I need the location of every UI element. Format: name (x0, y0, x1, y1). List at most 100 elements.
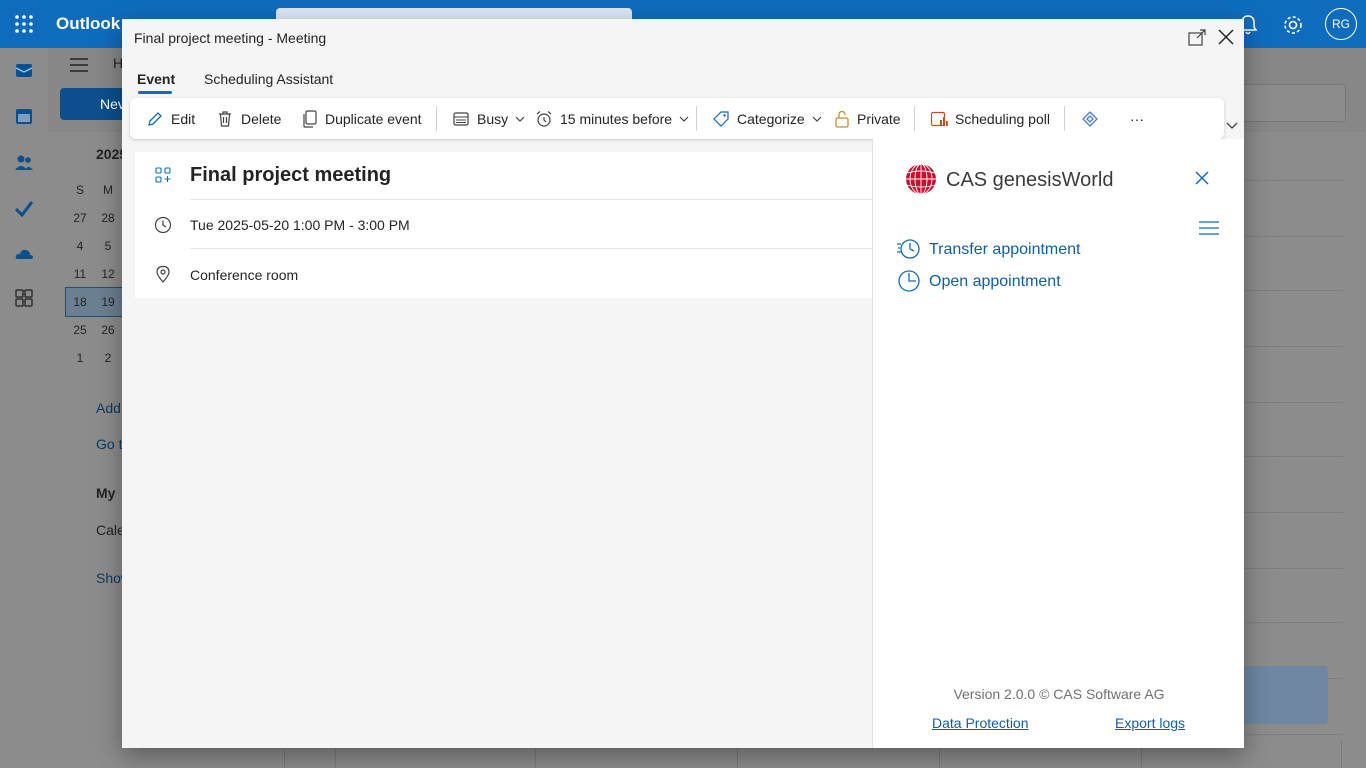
day-cell[interactable]: 12 (94, 267, 122, 281)
private-label: Private (857, 110, 901, 127)
reminder-dropdown[interactable]: 15 minutes before (535, 98, 696, 139)
cas-logo-icon (906, 163, 936, 195)
day-cell[interactable]: 26 (94, 323, 122, 337)
day-cell[interactable]: 19 (94, 295, 122, 309)
close-icon[interactable] (1218, 29, 1234, 45)
view-selector[interactable] (1242, 84, 1346, 122)
week-row: 27 28 (66, 204, 126, 232)
day-cell[interactable]: 1 (66, 351, 94, 365)
divider (190, 199, 872, 200)
reminder-label: 15 minutes before (560, 110, 673, 127)
categorize-label: Categorize (737, 110, 805, 127)
chevron-down-icon (812, 116, 822, 122)
week-row: 4 5 (66, 232, 126, 260)
event-type-icon (155, 167, 171, 183)
open-appointment-link[interactable]: Open appointment (929, 273, 1061, 291)
tab-event[interactable]: Event (137, 71, 175, 87)
hamburger-icon[interactable] (70, 58, 88, 72)
private-toggle[interactable]: Private (834, 98, 901, 139)
day-cell[interactable]: 5 (94, 239, 122, 253)
alarm-icon (536, 110, 552, 127)
day-cell[interactable]: 28 (94, 211, 122, 225)
close-icon[interactable] (1195, 171, 1209, 185)
teams-link-button[interactable] (1080, 98, 1107, 139)
waffle-icon[interactable] (14, 14, 34, 34)
open-icon (898, 270, 920, 292)
week-row: 11 12 (66, 260, 126, 288)
mini-calendar: S M 27 28 4 5 11 12 18 19 25 26 1 2 (65, 176, 127, 372)
edit-label: Edit (171, 110, 196, 127)
day-cell[interactable]: 25 (66, 323, 94, 337)
edit-icon (148, 111, 162, 126)
onedrive-icon[interactable] (14, 244, 34, 264)
toolbar-divider (696, 106, 697, 131)
calendar-icon[interactable] (14, 106, 34, 126)
cas-addin-pane: CAS genesisWorld Transfer appointment Op… (872, 139, 1244, 748)
chevron-down-icon (515, 116, 525, 122)
delete-button[interactable]: Delete (216, 98, 281, 139)
data-protection-link[interactable]: Data Protection (932, 715, 1029, 731)
export-logs-link[interactable]: Export logs (1115, 715, 1185, 731)
busy-icon (453, 111, 469, 126)
weekday-header: S (75, 183, 84, 197)
addin-name: CAS genesisWorld (946, 169, 1114, 191)
weekday-header-row: S M (66, 176, 126, 204)
popout-icon[interactable] (1188, 29, 1206, 47)
gear-icon[interactable] (1282, 14, 1304, 36)
clock-icon (154, 216, 172, 234)
new-event-button[interactable]: Nev (60, 88, 130, 120)
todo-icon[interactable] (14, 198, 34, 218)
event-details-card: Final project meeting Tue 2025-05-20 1:0… (135, 152, 872, 298)
teams-link-icon (1082, 110, 1098, 127)
transfer-appointment-link[interactable]: Transfer appointment (929, 241, 1080, 259)
mail-icon[interactable] (14, 60, 34, 80)
duplicate-icon (303, 109, 317, 128)
lock-icon (835, 110, 849, 128)
tag-icon (713, 110, 729, 127)
show-as-busy-dropdown[interactable]: Busy (452, 98, 532, 139)
day-cell[interactable]: 2 (94, 351, 122, 365)
add-calendar-link[interactable]: Add (96, 400, 121, 416)
chevron-down-icon[interactable] (1226, 119, 1238, 131)
version-text: Version 2.0.0 © CAS Software AG (953, 686, 1165, 702)
duplicate-label: Duplicate event (325, 110, 422, 127)
delete-icon (219, 110, 231, 127)
divider (190, 248, 872, 249)
day-cell[interactable]: 4 (66, 239, 94, 253)
week-row: 1 2 (66, 344, 126, 372)
event-title: Final project meeting (190, 164, 392, 186)
scheduling-poll-button[interactable]: Scheduling poll (930, 98, 1050, 139)
duplicate-event-button[interactable]: Duplicate event (302, 98, 422, 139)
categorize-dropdown[interactable]: Categorize (712, 98, 829, 139)
app-rail (0, 48, 48, 768)
meeting-dialog: Final project meeting - Meeting Event Sc… (122, 19, 1244, 748)
transfer-icon (897, 239, 920, 259)
menu-icon[interactable] (1199, 221, 1219, 235)
event-toolbar: Edit Delete Duplicate event Busy 15 minu… (130, 98, 1224, 139)
day-cell[interactable]: 11 (66, 267, 94, 281)
app-name: Outlook (56, 14, 121, 33)
day-cell[interactable]: 18 (66, 295, 94, 309)
chevron-down-icon (679, 116, 689, 122)
selected-week-row: 18 19 (65, 287, 127, 317)
poll-icon (930, 111, 948, 126)
dialog-title: Final project meeting - Meeting (134, 30, 327, 46)
my-calendars-header[interactable]: My (96, 485, 115, 501)
people-icon[interactable] (14, 152, 34, 172)
apps-icon[interactable] (14, 288, 34, 308)
event-datetime: Tue 2025-05-20 1:00 PM - 3:00 PM (190, 217, 410, 233)
week-row: 25 26 (66, 316, 126, 344)
calendar-appointment[interactable] (1242, 666, 1328, 724)
calendar-item[interactable]: Cale (96, 522, 125, 538)
tab-scheduling-assistant[interactable]: Scheduling Assistant (204, 71, 333, 87)
day-cell[interactable]: 27 (66, 211, 94, 225)
more-options-button[interactable]: ··· (1130, 98, 1144, 139)
go-to-link[interactable]: Go t (96, 436, 122, 452)
avatar[interactable]: RG (1325, 8, 1357, 40)
scheduling-poll-label: Scheduling poll (955, 110, 1050, 127)
edit-button[interactable]: Edit (146, 98, 195, 139)
location-icon (156, 265, 170, 283)
busy-label: Busy (477, 110, 509, 127)
toolbar-divider (1064, 106, 1065, 131)
delete-label: Delete (241, 110, 282, 127)
